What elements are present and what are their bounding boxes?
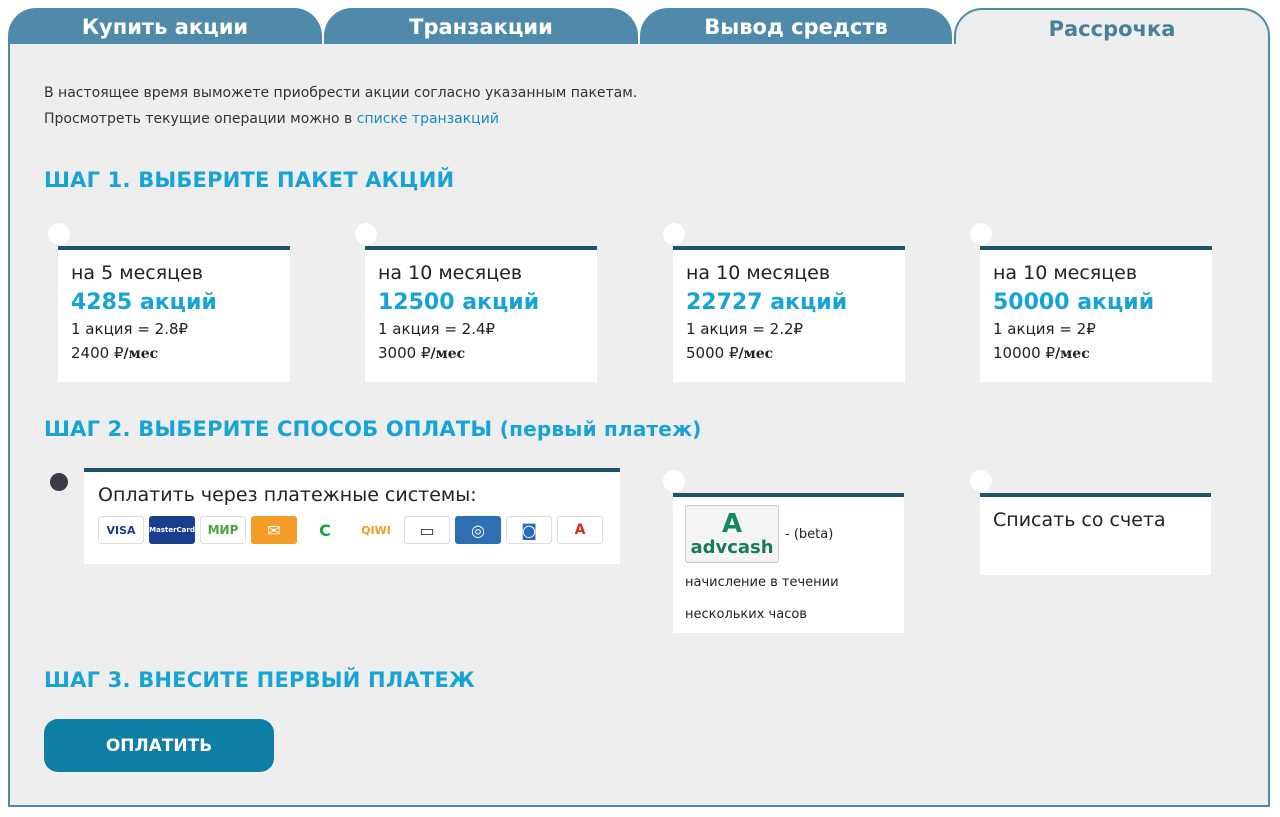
payment-option-advcash[interactable]: A advcash - (beta) начисление в течении … — [673, 493, 904, 633]
package-monthly-amount: 2400 ₽ — [71, 344, 124, 362]
step1-title: ШАГ 1. ВЫБЕРИТЕ ПАКЕТ АКЦИЙ — [44, 168, 455, 192]
package-radio-4[interactable] — [970, 223, 992, 245]
package-monthly: 10000 ₽/мес — [993, 344, 1212, 362]
step2-title-sub: (первый платеж) — [499, 417, 702, 441]
package-radio-2[interactable] — [355, 223, 377, 245]
package-card-1[interactable]: на 5 месяцев 4285 акций 1 акция = 2.8₽ 2… — [58, 246, 290, 382]
package-shares: 12500 акций — [378, 290, 540, 315]
package-radio-1[interactable] — [48, 223, 70, 245]
package-card-2[interactable]: на 10 месяцев 12500 акций 1 акция = 2.4₽… — [365, 246, 597, 382]
tab-transactions[interactable]: Транзакции — [324, 8, 638, 46]
package-shares: 50000 акций — [993, 290, 1155, 315]
alfa-bank-logo: А — [557, 516, 603, 544]
package-monthly-unit: /мес — [1055, 346, 1090, 362]
step2-title: ШАГ 2. ВЫБЕРИТЕ СПОСОБ ОПЛАТЫ (первый пл… — [44, 417, 702, 441]
payment-systems-label: Оплатить через платежные системы: — [98, 484, 477, 506]
payment-logos: VISA MasterCard МИР ✉ С QIWI ▭ ◎ ◙ А — [98, 516, 620, 544]
package-share-price: 1 акция = 2.8₽ — [71, 320, 189, 338]
step2-title-main: ШАГ 2. ВЫБЕРИТЕ СПОСОБ ОПЛАТЫ — [44, 417, 493, 441]
package-monthly-unit: /мес — [738, 346, 774, 362]
tab-bar: Купить акции Транзакции Вывод средств Ра… — [8, 0, 1270, 48]
package-card-4[interactable]: на 10 месяцев 50000 акций 1 акция = 2₽ 1… — [980, 246, 1212, 382]
package-months: на 10 месяцев — [993, 262, 1138, 284]
tab-installment[interactable]: Рассрочка — [954, 8, 1270, 48]
intro-line-2-prefix: Просмотреть текущие операции можно в — [44, 111, 357, 127]
mastercard-logo: MasterCard — [149, 516, 195, 544]
package-monthly-amount: 10000 ₽ — [993, 344, 1056, 362]
qiwi-logo: QIWI — [353, 516, 399, 544]
payment-option-account[interactable]: Списать со счета — [980, 493, 1211, 575]
visa-logo: VISA — [98, 516, 144, 544]
transactions-list-link[interactable]: списке транзакций — [357, 111, 499, 127]
package-months: на 10 месяцев — [686, 262, 831, 284]
advcash-note-line-1: начисление в течении — [685, 575, 839, 590]
payment-radio-systems[interactable] — [50, 473, 68, 491]
intro-line-2: Просмотреть текущие операции можно в спи… — [44, 106, 637, 132]
card-terminal-logo: ▭ — [404, 516, 450, 544]
package-monthly-unit: /мес — [123, 346, 159, 362]
package-share-price: 1 акция = 2₽ — [993, 320, 1096, 338]
installment-panel: В настоящее время выможете приобрести ак… — [8, 44, 1270, 807]
intro-text: В настоящее время выможете приобрести ак… — [44, 80, 637, 132]
pay-button[interactable]: ОПЛАТИТЬ — [44, 719, 274, 772]
package-radio-3[interactable] — [663, 223, 685, 245]
tab-buy-shares[interactable]: Купить акции — [8, 8, 322, 46]
intro-line-1: В настоящее время выможете приобрести ак… — [44, 85, 638, 101]
advcash-logo: A advcash — [685, 505, 779, 563]
package-share-price: 1 акция = 2.2₽ — [686, 320, 804, 338]
package-months: на 5 месяцев — [71, 262, 203, 284]
package-monthly: 2400 ₽/мес — [71, 344, 290, 362]
package-monthly-amount: 5000 ₽ — [686, 344, 739, 362]
package-monthly: 3000 ₽/мес — [378, 344, 597, 362]
payment-radio-advcash[interactable] — [663, 470, 685, 492]
advcash-beta-label: - (beta) — [785, 526, 834, 542]
sberbank-logo: С — [302, 516, 348, 544]
advcash-logo-mark: A — [721, 508, 743, 539]
webmoney-logo: ◎ — [455, 516, 501, 544]
package-shares: 22727 акций — [686, 290, 848, 315]
payment-system-logo: ◙ — [506, 516, 552, 544]
package-share-price: 1 акция = 2.4₽ — [378, 320, 496, 338]
step3-title: ШАГ 3. ВНЕСИТЕ ПЕРВЫЙ ПЛАТЕЖ — [44, 668, 475, 692]
package-monthly: 5000 ₽/мес — [686, 344, 905, 362]
payment-option-systems[interactable]: Оплатить через платежные системы: VISA M… — [84, 468, 620, 564]
tab-withdraw[interactable]: Вывод средств — [640, 8, 952, 46]
package-monthly-unit: /мес — [430, 346, 466, 362]
advcash-note-line-2: нескольких часов — [685, 607, 807, 622]
package-months: на 10 месяцев — [378, 262, 523, 284]
yandex-money-logo: ✉ — [251, 516, 297, 544]
package-shares: 4285 акций — [71, 290, 217, 315]
payment-radio-account[interactable] — [970, 470, 992, 492]
package-card-3[interactable]: на 10 месяцев 22727 акций 1 акция = 2.2₽… — [673, 246, 905, 382]
advcash-logo-text: advcash — [690, 536, 774, 558]
mir-logo: МИР — [200, 516, 246, 544]
package-monthly-amount: 3000 ₽ — [378, 344, 431, 362]
account-label: Списать со счета — [993, 509, 1166, 531]
